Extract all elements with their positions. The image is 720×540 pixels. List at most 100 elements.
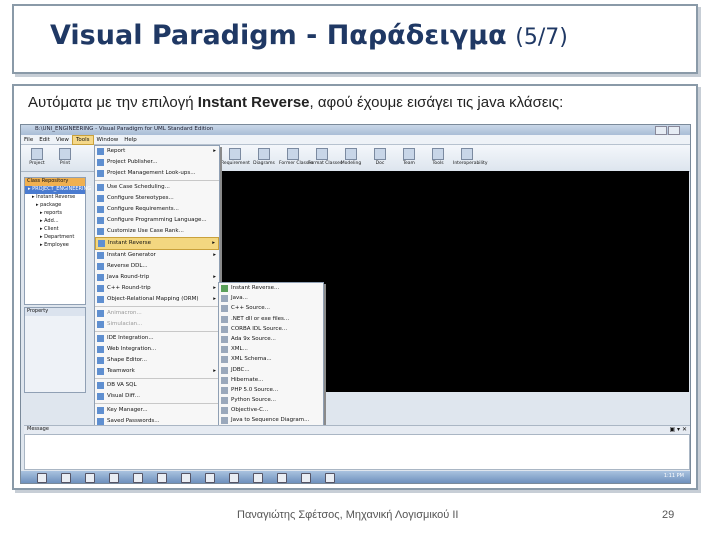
instant-reverse-icon: [221, 285, 228, 292]
toolbar-modeling-button[interactable]: Modeling: [337, 147, 365, 169]
submenu-item-net-dll-or-exe-files[interactable]: .NET dll or exe files...: [219, 314, 323, 324]
toolbar-label: Format Classes: [308, 161, 343, 166]
menu-item-label: Use Case Scheduling...: [107, 184, 170, 190]
submenu-item-instant-reverse[interactable]: Instant Reverse...: [219, 283, 323, 293]
menu-item-label: Reverse DDL...: [107, 263, 148, 269]
xml-schema-icon: [221, 356, 228, 364]
toolbar-former-classes-button[interactable]: Former Classes: [279, 147, 313, 169]
menu-window[interactable]: Window: [94, 136, 122, 144]
submenu-item-java[interactable]: Java...: [219, 293, 323, 303]
submenu-item-python-source[interactable]: Python Source...: [219, 395, 323, 405]
tools-menu-item-project-management-look-ups[interactable]: Project Management Look-ups...: [95, 168, 219, 179]
object-relational-mapping-orm-icon: [97, 296, 104, 303]
taskbar-app-icon[interactable]: [229, 473, 239, 483]
tools-menu-item-visual-diff[interactable]: Visual Diff...: [95, 391, 219, 402]
tools-menu-item-reverse-ddl[interactable]: Reverse DDL...: [95, 261, 219, 272]
tools-menu-item-object-relational-mapping-orm[interactable]: Object-Relational Mapping (ORM) ▸: [95, 294, 219, 305]
menu-item-label: Simulacian...: [107, 321, 143, 327]
key-manager-icon: [97, 407, 104, 414]
toolbar-print-button[interactable]: Print: [51, 147, 79, 169]
tools-menu-item-simulacian: Simulacian...: [95, 319, 219, 330]
menu-help[interactable]: Help: [121, 136, 140, 144]
tools-menu-item-use-case-scheduling[interactable]: Use Case Scheduling...: [95, 182, 219, 193]
submenu-item-c-source[interactable]: C++ Source...: [219, 303, 323, 313]
doc-icon: [374, 148, 386, 160]
submenu-item-ada-9x-source[interactable]: Ada 9x Source...: [219, 334, 323, 344]
taskbar-app-icon[interactable]: [181, 473, 191, 483]
tools-menu-item-key-manager[interactable]: Key Manager...: [95, 405, 219, 416]
minimize-button[interactable]: [655, 126, 667, 135]
property-title: Property: [25, 308, 85, 316]
toolbar-requirement-button[interactable]: Requirement: [221, 147, 250, 169]
taskbar-app-icon[interactable]: [253, 473, 263, 483]
taskbar-app-icon[interactable]: [277, 473, 287, 483]
menu-item-label: Report: [107, 148, 126, 154]
taskbar-app-icon[interactable]: [133, 473, 143, 483]
php-5-0-source-icon: [221, 386, 228, 394]
tools-menu-item-configure-stereotypes[interactable]: Configure Stereotypes...: [95, 193, 219, 204]
tools-menu-item-instant-generator[interactable]: Instant Generator ▸: [95, 250, 219, 261]
toolbar-label: Print: [59, 161, 71, 166]
tools-menu-item-web-integration[interactable]: Web Integration...: [95, 344, 219, 355]
tools-menu-item-db-va-sql[interactable]: DB VA SQL: [95, 380, 219, 391]
submenu-item-label: Hibernate...: [231, 376, 264, 383]
submenu-arrow-icon: ▸: [213, 296, 216, 302]
slide-title-main: Visual Paradigm - Παράδειγμα: [50, 20, 507, 51]
toolbar-diagrams-button[interactable]: Diagrams: [250, 147, 278, 169]
menu-view[interactable]: View: [53, 136, 72, 144]
tools-menu-item-configure-requirements[interactable]: Configure Requirements...: [95, 204, 219, 215]
tools-menu-item-project-publisher[interactable]: Project Publisher...: [95, 157, 219, 168]
tools-menu-item-java-round-trip[interactable]: Java Round-trip ▸: [95, 272, 219, 283]
tools-menu-item-instant-reverse[interactable]: Instant Reverse ▸: [95, 237, 219, 250]
menu-tools[interactable]: Tools: [71, 135, 94, 145]
tree-item[interactable]: ▸ reports: [25, 210, 85, 218]
menubar: File Edit View Tools Window Help: [21, 135, 690, 145]
menu-edit[interactable]: Edit: [36, 136, 53, 144]
taskbar-app-icon[interactable]: [109, 473, 119, 483]
db-va-sql-icon: [97, 382, 104, 389]
submenu-item-php-5-0-source[interactable]: PHP 5.0 Source...: [219, 385, 323, 395]
animacron-icon: [97, 310, 104, 317]
taskbar-app-icon[interactable]: [301, 473, 311, 483]
submenu-item-objective-c[interactable]: Objective-C...: [219, 405, 323, 415]
taskbar-app-icon[interactable]: [205, 473, 215, 483]
toolbar-tools-button[interactable]: Tools: [424, 147, 452, 169]
submenu-item-xml[interactable]: XML...: [219, 344, 323, 354]
tree-item[interactable]: ▸ Department: [25, 234, 85, 242]
tree-item[interactable]: ▸ Employee: [25, 242, 85, 250]
menu-separator: [95, 331, 219, 332]
tree-item[interactable]: ▸ Add...: [25, 218, 85, 226]
tools-menu-item-ide-integration[interactable]: IDE Integration...: [95, 333, 219, 344]
teamwork-icon: [97, 368, 104, 375]
tools-menu-item-configure-programming-language[interactable]: Configure Programming Language...: [95, 215, 219, 226]
tools-menu-item-teamwork[interactable]: Teamwork ▸: [95, 366, 219, 377]
menu-item-label: IDE Integration...: [107, 335, 154, 341]
submenu-item-xml-schema[interactable]: XML Schema...: [219, 354, 323, 364]
message-controls[interactable]: ▣ ▾ ✕: [669, 426, 687, 433]
toolbar-format-classes-button[interactable]: Format Classes: [308, 147, 343, 169]
requirement-icon: [229, 148, 241, 160]
menu-file[interactable]: File: [21, 136, 36, 144]
tree-item[interactable]: ▸ Client: [25, 226, 85, 234]
submenu-item-jdbc[interactable]: JDBC...: [219, 365, 323, 375]
toolbar-team-button[interactable]: Team: [395, 147, 423, 169]
submenu-item-hibernate[interactable]: Hibernate...: [219, 375, 323, 385]
taskbar-app-icon[interactable]: [325, 473, 335, 483]
toolbar-project-button[interactable]: Project: [23, 147, 51, 169]
menu-separator: [95, 180, 219, 181]
taskbar-app-icon[interactable]: [61, 473, 71, 483]
toolbar-doc-button[interactable]: Doc: [366, 147, 394, 169]
taskbar-app-icon[interactable]: [37, 473, 47, 483]
tools-menu-item-report[interactable]: Report ▸: [95, 146, 219, 157]
toolbar-interoperability-button[interactable]: Interoperability: [453, 147, 487, 169]
tree-item[interactable]: ▸ PROJECT_ENGINEERING: [25, 186, 91, 194]
taskbar-app-icon[interactable]: [157, 473, 167, 483]
tools-menu-item-customize-use-case-rank[interactable]: Customize Use Case Rank...: [95, 226, 219, 237]
submenu-item-corba-idl-source[interactable]: CORBA IDL Source...: [219, 324, 323, 334]
tree-item[interactable]: ▸ package: [25, 202, 85, 210]
tree-item[interactable]: ▸ Instant Reverse: [25, 194, 85, 202]
tools-menu-item-c-round-trip[interactable]: C++ Round-trip ▸: [95, 283, 219, 294]
tools-menu-item-shape-editor[interactable]: Shape Editor...: [95, 355, 219, 366]
taskbar-app-icon[interactable]: [85, 473, 95, 483]
maximize-button[interactable]: [668, 126, 680, 135]
